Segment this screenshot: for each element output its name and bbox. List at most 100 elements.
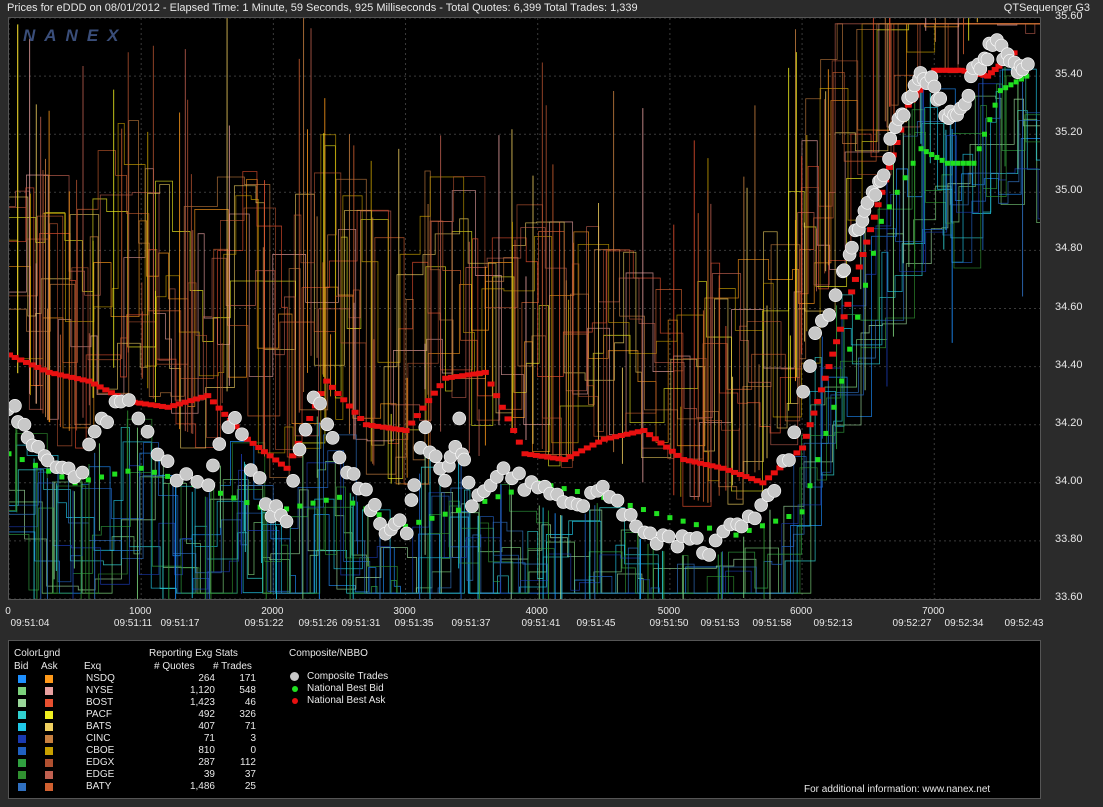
national-best-bid-mark [350,500,356,506]
bid-color-swatch [18,759,26,767]
national-best-ask-mark [793,450,801,456]
legend-row: PACF 492 326 [9,709,1040,721]
nbbo-label: National Best Ask [307,695,386,706]
ask-color-swatch [45,723,53,731]
national-best-ask-mark [283,465,291,471]
national-best-ask-mark [810,410,818,416]
x-axis-time: 09:51:04 09:51:11 09:51:17 09:51:22 09:51:26… [8,618,1044,630]
quote-count: 407 [198,721,215,732]
exchange-name: EDGX [86,757,115,768]
national-best-bid-mark [960,160,966,166]
national-best-bid-mark [944,160,950,166]
ask-color-swatch [45,711,53,719]
national-best-ask-mark [351,409,359,415]
national-best-bid-mark [310,500,316,506]
quote-count: 492 [198,709,215,720]
national-best-bid-mark [733,532,739,538]
composite-trade-mark [828,288,843,303]
national-best-bid-mark [987,117,993,123]
y-tick-label: 35.40 [1055,68,1083,81]
exchange-name: EDGE [86,769,115,780]
national-best-bid-mark [992,102,998,108]
composite-trade-mark [82,437,96,452]
national-best-bid-mark [976,146,982,152]
national-best-ask-mark [821,375,829,381]
national-best-ask-mark [419,405,427,411]
national-best-bid-mark [855,314,861,320]
x-tick-label: 5000 [657,606,681,617]
composite-trade-mark [465,499,479,513]
national-best-bid-mark [574,489,580,495]
national-best-bid-mark [455,507,461,513]
national-best-bid-mark [112,471,118,477]
x-tick-label: 3000 [393,606,416,617]
national-best-ask-mark [209,399,217,405]
national-best-ask-mark [345,403,353,409]
quote-count: 71 [203,733,215,744]
national-best-bid-mark [894,189,900,195]
composite-trade-mark [201,478,216,492]
bid-color-swatch [18,771,26,779]
time-tick-label: 09:51:26 [298,618,338,629]
national-best-ask-mark [340,397,348,403]
composite-trade-mark [122,393,136,407]
national-best-ask-mark [867,227,875,233]
composite-trade-mark [320,417,334,432]
national-best-bid-mark [231,495,237,501]
national-best-bid-mark [799,509,805,515]
x-tick-label: 0 [5,606,11,617]
ask-color-swatch [45,747,53,755]
chart-title: Prices for eDDD on 08/01/2012 - Elapsed … [7,2,638,14]
composite-trade-mark [179,467,194,481]
exchange-name: BATY [86,781,112,792]
nbbo-legend-row: Composite Trades [9,671,1040,683]
y-tick-label: 33.80 [1055,532,1083,545]
quote-count: 39 [203,769,215,780]
national-best-ask-mark [221,411,229,417]
national-best-bid-mark [627,502,633,508]
composite-trade-mark [782,453,796,467]
composite-trade-mark [206,458,220,473]
national-best-bid-mark [831,404,837,410]
composite-trade-mark [160,454,175,468]
national-best-bid-mark [1013,79,1019,85]
national-best-bid-mark [99,474,105,480]
composite-trade-mark [452,411,467,426]
national-best-bid-mark [640,507,646,513]
national-best-ask-mark [770,470,778,476]
composite-trade-mark [690,531,704,545]
time-tick-label: 09:51:17 [160,618,200,629]
legend-row: EDGE 39 37 [9,769,1040,781]
bid-color-swatch [18,735,26,743]
nbbo-marker-icon [290,672,299,681]
national-best-bid-mark [9,451,12,457]
trade-count: 25 [244,781,256,792]
national-best-ask-mark [515,439,523,445]
national-best-bid-mark [902,175,908,181]
national-best-bid-mark [495,494,501,500]
y-tick-label: 34.80 [1055,242,1083,255]
composite-trade-mark [961,88,976,103]
composite-trade-mark [808,326,822,340]
national-best-ask-mark [504,416,512,422]
national-best-bid-mark [336,494,342,500]
national-best-ask-mark [870,214,878,220]
national-best-ask-mark [498,404,506,410]
price-plot[interactable]: NANEX [8,17,1041,600]
time-tick-label: 09:51:53 [700,618,740,629]
composite-trade-mark [346,467,361,481]
time-tick-label: 09:52:34 [944,618,984,629]
national-best-ask-mark [817,387,825,393]
composite-trade-mark [359,482,373,497]
time-tick-label: 09:51:22 [244,618,284,629]
composite-trade-mark [100,415,114,430]
quote-count: 1,486 [189,781,215,792]
national-best-bid-mark [823,430,829,436]
composite-trade-mark [845,240,859,255]
y-tick-label: 35.20 [1055,126,1083,139]
composite-trade-mark [17,417,32,432]
national-best-ask-mark [204,393,212,399]
composite-trade-mark [292,442,307,457]
national-best-bid-mark [442,511,448,517]
ask-color-swatch [45,783,53,791]
